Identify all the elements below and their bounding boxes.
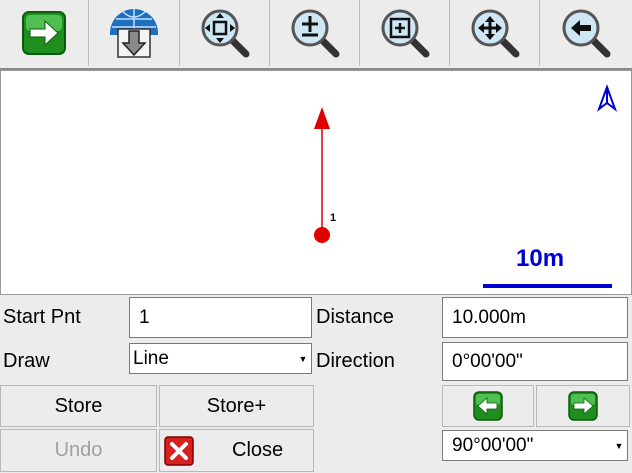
distance-input[interactable]: 10.000m	[442, 297, 628, 338]
store-button[interactable]: Store	[0, 385, 157, 427]
zoom-previous-button[interactable]	[540, 0, 632, 66]
toolbar	[0, 0, 632, 70]
direction-label: Direction	[316, 350, 395, 372]
start-pnt-input[interactable]: 1	[129, 297, 312, 338]
zoom-previous-icon	[562, 9, 611, 58]
zoom-in-out-button[interactable]	[270, 0, 360, 66]
zoom-in-out-icon	[291, 9, 339, 58]
next-button[interactable]	[0, 0, 89, 66]
pan-button[interactable]	[450, 0, 540, 66]
zoom-extents-button[interactable]	[180, 0, 270, 66]
right-arrow-icon	[568, 391, 598, 421]
point-label: 1	[330, 212, 337, 224]
zoom-extents-icon	[201, 9, 249, 58]
zoom-window-icon	[381, 9, 429, 58]
close-button-label: Close	[232, 439, 284, 461]
start-pnt-label: Start Pnt	[3, 306, 81, 328]
store-plus-button[interactable]: Store+	[159, 385, 314, 427]
draw-select-value: Line	[133, 347, 169, 369]
undo-button[interactable]: Undo	[0, 429, 157, 472]
globe-download-icon	[110, 9, 158, 58]
zoom-pan-icon	[471, 9, 519, 58]
zoom-window-button[interactable]	[360, 0, 450, 66]
chevron-down-icon[interactable]: ▼	[613, 431, 625, 460]
download-button[interactable]	[89, 0, 180, 66]
distance-label: Distance	[316, 306, 394, 328]
start-point-marker	[314, 227, 330, 243]
chevron-down-icon[interactable]: ▼	[297, 344, 309, 373]
draw-label: Draw	[3, 350, 50, 372]
close-icon	[164, 435, 194, 466]
scale-label: 10m	[516, 245, 565, 272]
forward-arrow-icon	[22, 11, 66, 55]
angle-step-select[interactable]: 90°00'00" ▼	[442, 430, 628, 461]
direction-arrowhead	[314, 107, 330, 129]
angle-step-value: 90°00'00"	[452, 434, 534, 456]
close-button[interactable]: Close	[159, 429, 314, 472]
rotate-right-button[interactable]	[536, 385, 630, 427]
direction-input[interactable]: 0°00'00"	[442, 342, 628, 381]
rotate-left-button[interactable]	[442, 385, 534, 427]
draw-select[interactable]: Line ▼	[129, 343, 312, 374]
left-arrow-icon	[473, 391, 503, 421]
scale-bar	[483, 284, 612, 288]
